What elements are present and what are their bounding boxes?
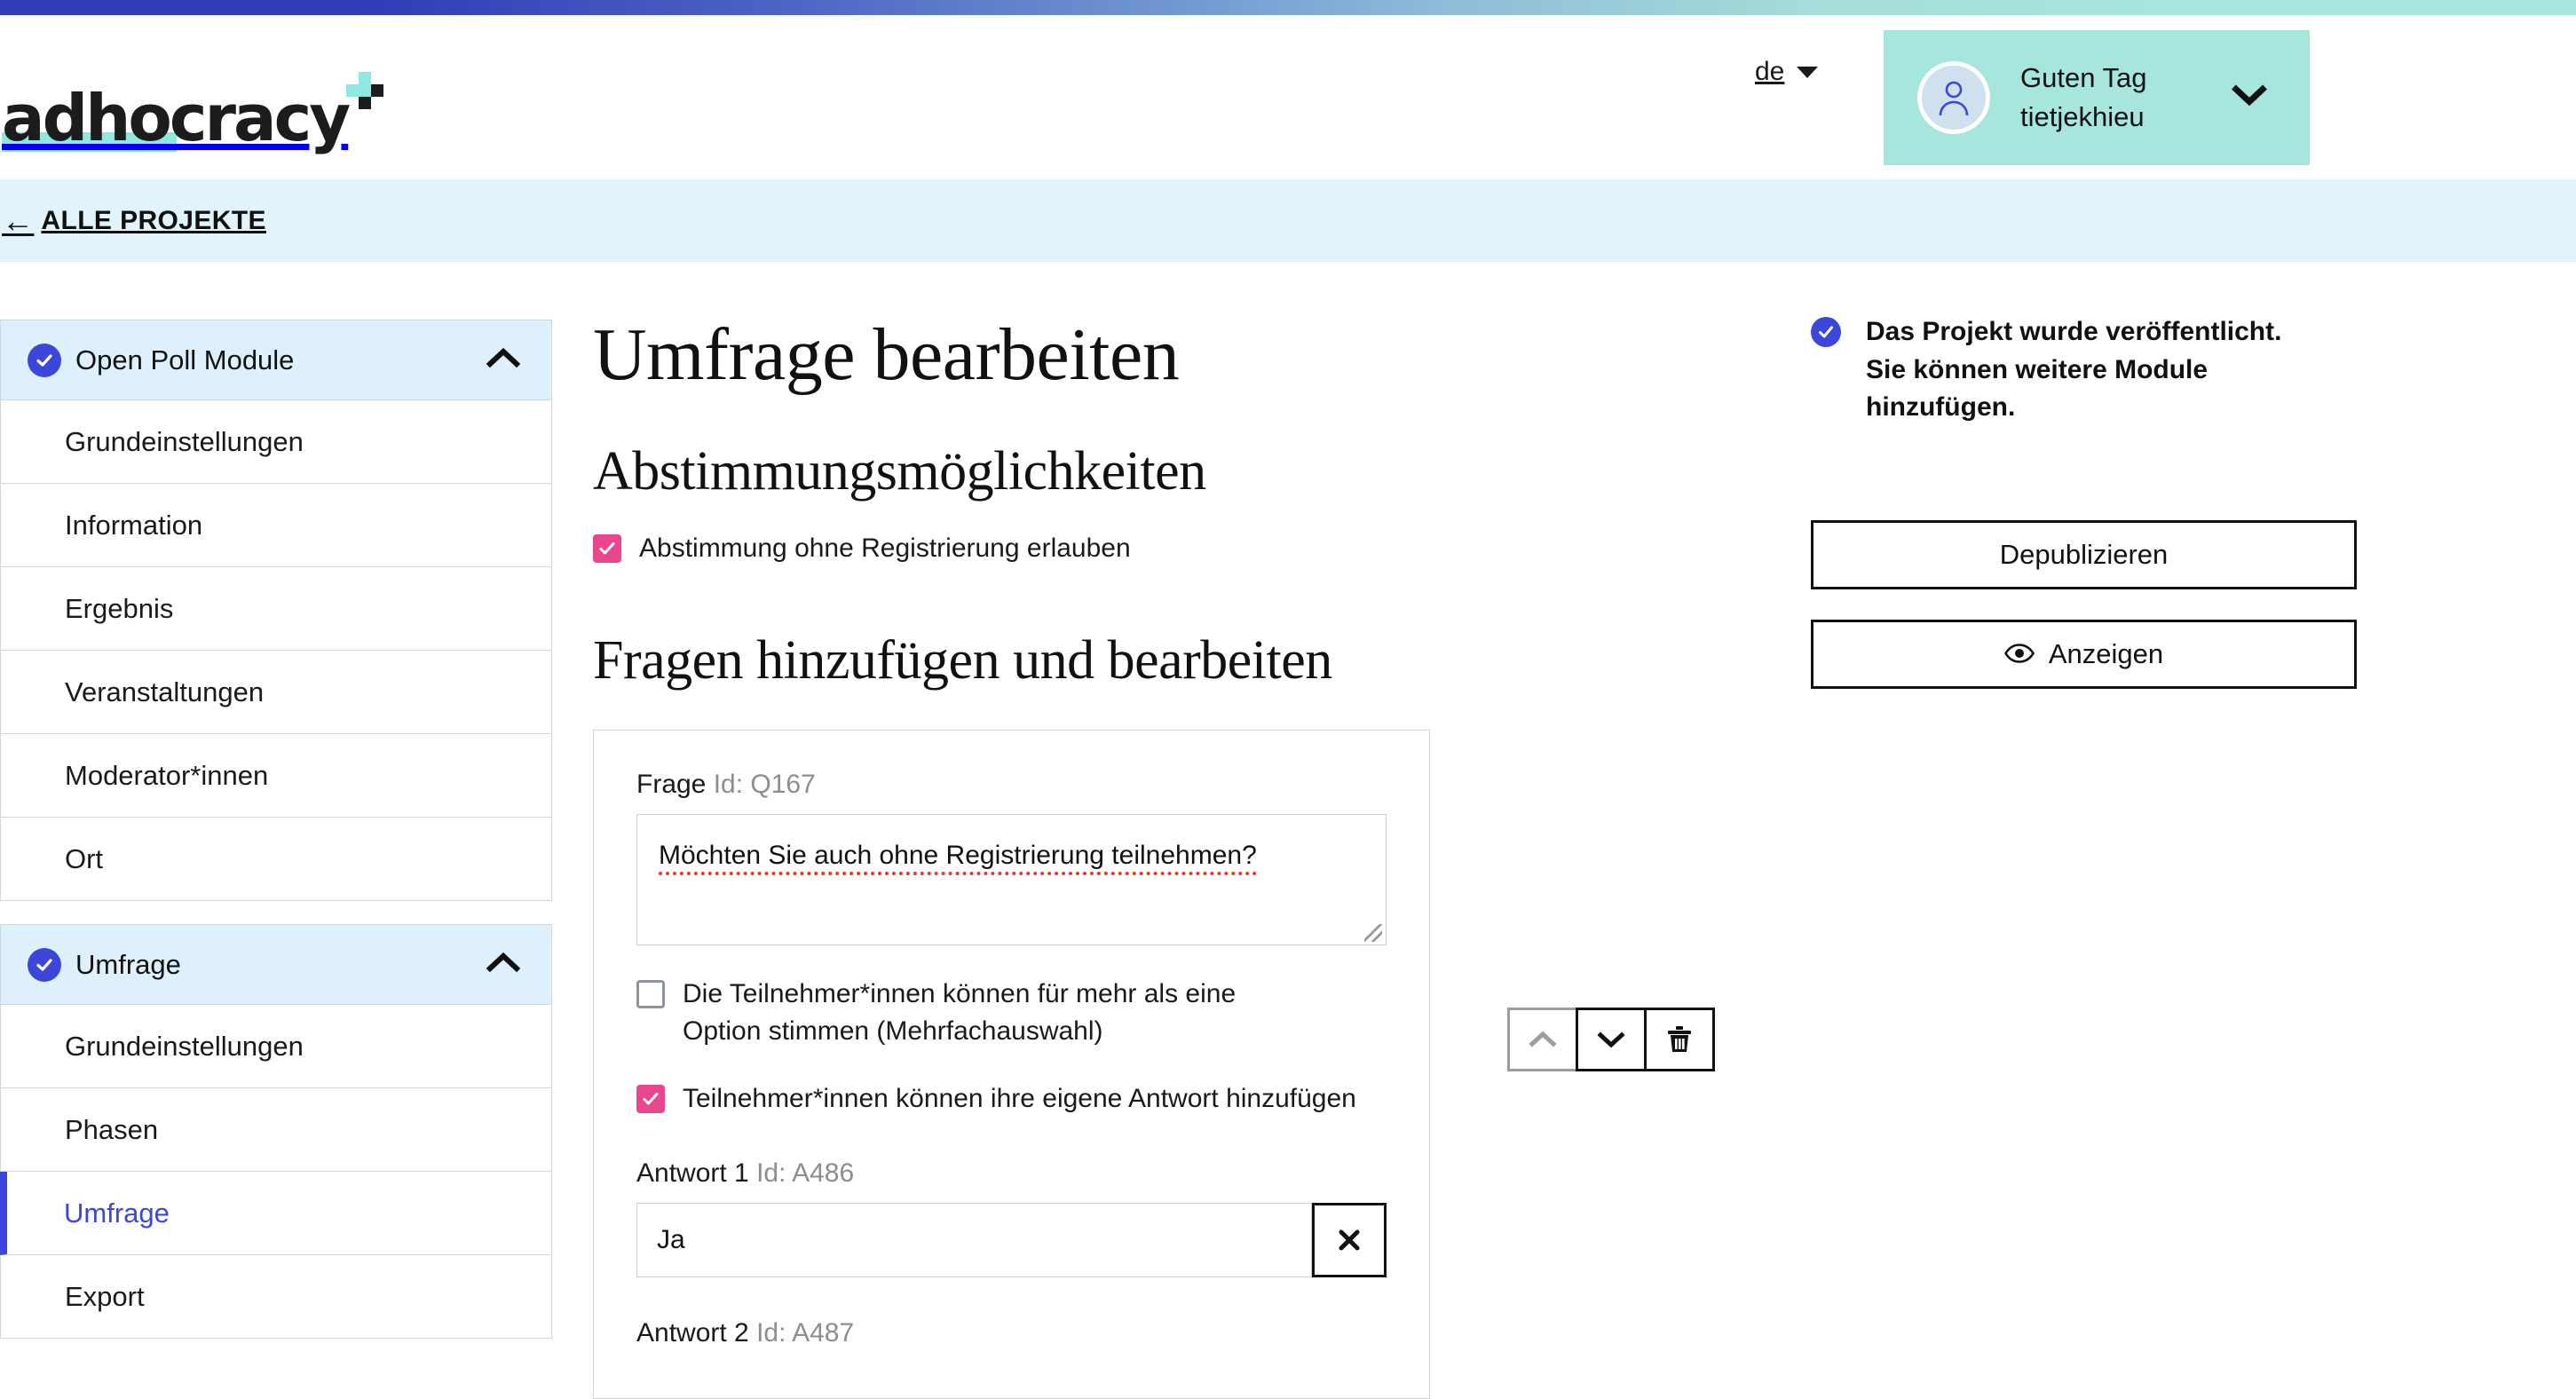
caret-down-icon (1797, 66, 1819, 78)
sidebar-item-label: Grundeinstellungen (65, 425, 304, 457)
eye-icon (2003, 638, 2035, 670)
sidebar-item-umfrage[interactable]: Umfrage (0, 1172, 552, 1255)
answer-1-id: Id: A486 (756, 1158, 855, 1188)
sidebar-item-label: Phasen (65, 1113, 159, 1145)
all-projects-link[interactable]: ← ALLE PROJEKTE (0, 202, 266, 239)
multiple-choice-label: Die Teilnehmer*innen können für mehr als… (683, 979, 1237, 1046)
question-text-input[interactable]: Möchten Sie auch ohne Registrierung teil… (636, 814, 1387, 945)
move-question-down-button[interactable] (1576, 1008, 1647, 1071)
main-content: Umfrage bearbeiten Abstimmungsmöglichkei… (593, 262, 1711, 1399)
sidebar-item-veranstaltungen[interactable]: Veranstaltungen (0, 651, 552, 734)
module-sidebar: Open Poll Module Grundeinstellungen Info… (0, 320, 552, 1362)
sidebar-item-moderatorinnen[interactable]: Moderator*innen (0, 734, 552, 818)
site-header: adhocracy de Guten Tag tietjekhieu (0, 15, 2576, 179)
answer-1-label-text: Antwort 1 (636, 1158, 749, 1188)
answer-1-field-label: Antwort 1 Id: A486 (636, 1158, 1387, 1189)
view-project-button-label: Anzeigen (2048, 637, 2164, 669)
question-card: Frage Id: Q167 Möchten Sie auch ohne Reg… (593, 730, 1430, 1399)
check-circle-icon (28, 947, 61, 982)
multiple-choice-checkbox[interactable]: Die Teilnehmer*innen können für mehr als… (636, 976, 1387, 1050)
project-status-message: Das Projekt wurde veröffentlicht. Sie kö… (1866, 317, 2282, 423)
sidebar-item-information[interactable]: Information (0, 484, 552, 567)
language-selector-label: de (1755, 57, 1785, 86)
sidebar-item-grundeinstellungen-umfrage[interactable]: Grundeinstellungen (0, 1005, 552, 1088)
sidebar-item-label: Veranstaltungen (65, 676, 265, 707)
question-field-label: Frage Id: Q167 (636, 770, 1387, 800)
check-circle-icon (1811, 317, 1841, 347)
move-question-up-button[interactable] (1507, 1008, 1578, 1071)
sidebar-item-ergebnis[interactable]: Ergebnis (0, 567, 552, 651)
page-body: Open Poll Module Grundeinstellungen Info… (0, 262, 2576, 1399)
sidebar-group-title: Umfrage (75, 948, 181, 980)
view-project-button[interactable]: Anzeigen (1811, 619, 2357, 689)
user-username: tietjekhieu (2020, 101, 2145, 132)
top-gradient-bar (0, 0, 2576, 15)
allow-own-answer-checkbox[interactable]: Teilnehmer*innen können ihre eigene Antw… (636, 1080, 1387, 1118)
answer-2-label-text: Antwort 2 (636, 1318, 749, 1348)
logo-wordmark-text: adhocracy (2, 80, 351, 155)
answer-1-delete-button[interactable] (1312, 1203, 1387, 1277)
chevron-down-icon (2232, 84, 2267, 112)
checkbox-checked-icon (636, 1085, 665, 1113)
answer-2-field-label: Antwort 2 Id: A487 (636, 1318, 1387, 1348)
user-greeting-block: Guten Tag tietjekhieu (2020, 59, 2146, 137)
sidebar-item-label: Moderator*innen (65, 759, 269, 791)
project-status: Das Projekt wurde veröffentlicht. Sie kö… (1811, 313, 2379, 427)
sidebar-item-label: Grundeinstellungen (65, 1030, 304, 1062)
question-tools (1507, 1008, 1715, 1071)
user-menu[interactable]: Guten Tag tietjekhieu (1884, 30, 2310, 165)
answer-2-id: Id: A487 (756, 1318, 855, 1348)
user-greeting: Guten Tag (2020, 61, 2147, 93)
user-avatar-icon (1917, 61, 1990, 134)
sidebar-item-phasen[interactable]: Phasen (0, 1088, 552, 1172)
sidebar-item-label: Umfrage (64, 1197, 170, 1229)
sidebar-group-umfrage: Umfrage Grundeinstellungen Phasen Umfrag… (0, 924, 552, 1339)
sidebar-item-label: Information (65, 509, 203, 541)
answer-1-row: Ja (636, 1203, 1387, 1277)
sidebar-group-open-poll-module: Open Poll Module Grundeinstellungen Info… (0, 320, 552, 901)
allow-own-answer-label: Teilnehmer*innen können ihre eigene Antw… (683, 1084, 1356, 1113)
sidebar-item-label: Export (65, 1280, 145, 1312)
voting-section-title: Abstimmungsmöglichkeiten (593, 441, 1206, 502)
sidebar-item-export[interactable]: Export (0, 1255, 552, 1339)
sidebar-item-label: Ort (65, 842, 104, 874)
logo-plus-icon (346, 71, 384, 109)
questions-section-title: Fragen hinzufügen und bearbeiten (593, 630, 1332, 691)
sidebar-group-header-umfrage[interactable]: Umfrage (0, 924, 552, 1005)
chevron-up-icon (486, 952, 521, 977)
depublish-button[interactable]: Depublizieren (1811, 519, 2357, 589)
checkbox-checked-icon (593, 534, 621, 563)
sidebar-item-label: Ergebnis (65, 592, 174, 624)
checkbox-unchecked-icon (636, 980, 665, 1008)
depublish-button-label: Depublizieren (1999, 538, 2169, 570)
page-title: Umfrage bearbeiten (593, 313, 1180, 396)
question-id: Id: Q167 (713, 770, 816, 799)
question-text-value: Möchten Sie auch ohne Registrierung teil… (659, 841, 1257, 875)
sidebar-group-title: Open Poll Module (75, 344, 295, 375)
publish-panel: Das Projekt wurde veröffentlicht. Sie kö… (1811, 262, 2379, 689)
answer-1-value: Ja (657, 1225, 685, 1254)
adhocracy-logo[interactable]: adhocracy (0, 68, 384, 152)
check-circle-icon (28, 343, 61, 377)
sidebar-item-grundeinstellungen-poll[interactable]: Grundeinstellungen (0, 400, 552, 484)
delete-question-button[interactable] (1644, 1008, 1715, 1071)
arrow-left-icon: ← (2, 202, 35, 239)
language-selector[interactable]: de (1755, 57, 1819, 87)
sidebar-item-ort[interactable]: Ort (0, 818, 552, 901)
all-projects-label: ALLE PROJEKTE (41, 205, 266, 235)
allow-unregistered-voting-checkbox[interactable]: Abstimmung ohne Registrierung erlauben (593, 530, 1711, 567)
breadcrumb: ← ALLE PROJEKTE (0, 179, 2576, 262)
question-label-text: Frage (636, 770, 707, 799)
allow-unregistered-voting-label: Abstimmung ohne Registrierung erlauben (639, 534, 1131, 563)
chevron-up-icon (486, 347, 521, 373)
sidebar-group-header-open-poll-module[interactable]: Open Poll Module (0, 320, 552, 400)
textarea-resize-handle[interactable] (1364, 924, 1382, 942)
answer-1-input[interactable]: Ja (636, 1203, 1312, 1277)
